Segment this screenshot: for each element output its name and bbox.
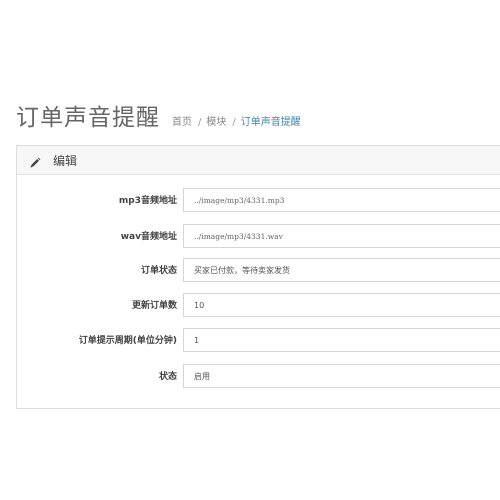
form-row-wav: wav音频地址 ../image/mp3/4331.wav	[17, 224, 500, 250]
breadcrumb-separator: /	[198, 117, 202, 128]
panel-title: 编辑	[53, 153, 78, 168]
mp3-url-label: mp3音频地址	[118, 196, 177, 206]
breadcrumb-home-link[interactable]: 首页	[172, 113, 192, 128]
state-select[interactable]: 启用	[183, 364, 500, 388]
notify-period-label: 订单提示周期(单位分钟)	[78, 336, 177, 346]
breadcrumb-separator: /	[232, 117, 236, 128]
order-status-label: 订单状态	[140, 266, 177, 276]
form-row-update-count: 更新订单数 10	[17, 293, 500, 319]
update-count-input[interactable]: 10	[183, 293, 500, 317]
breadcrumb-modules-link[interactable]: 模块	[206, 113, 226, 128]
edit-panel: 编辑 mp3音频地址 ../image/mp3/4331.mp3 wav音频地址…	[16, 145, 500, 409]
update-count-label: 更新订单数	[131, 301, 177, 311]
order-status-select[interactable]: 买家已付款，等待卖家发货	[183, 258, 500, 282]
wav-url-label: wav音频地址	[120, 232, 177, 242]
state-label: 状态	[158, 372, 177, 382]
form-row-state: 状态 启用	[17, 364, 500, 390]
mp3-url-input[interactable]: ../image/mp3/4331.mp3	[183, 188, 500, 212]
breadcrumb: 首页 / 模块 / 订单声音提醒	[172, 113, 301, 128]
pencil-icon	[29, 154, 41, 168]
page-header: 订单声音提醒 首页 / 模块 / 订单声音提醒	[16, 98, 301, 131]
notify-period-input[interactable]: 1	[183, 328, 500, 352]
form-row-order-status: 订单状态 买家已付款，等待卖家发货	[17, 258, 500, 284]
top-whitespace	[0, 0, 500, 88]
wav-url-input[interactable]: ../image/mp3/4331.wav	[183, 224, 500, 248]
breadcrumb-current: 订单声音提醒	[240, 117, 301, 128]
form-row-mp3: mp3音频地址 ../image/mp3/4331.mp3	[17, 188, 500, 214]
form-row-period: 订单提示周期(单位分钟) 1	[17, 328, 500, 354]
panel-heading: 编辑	[17, 146, 500, 175]
page-title: 订单声音提醒	[16, 105, 160, 131]
